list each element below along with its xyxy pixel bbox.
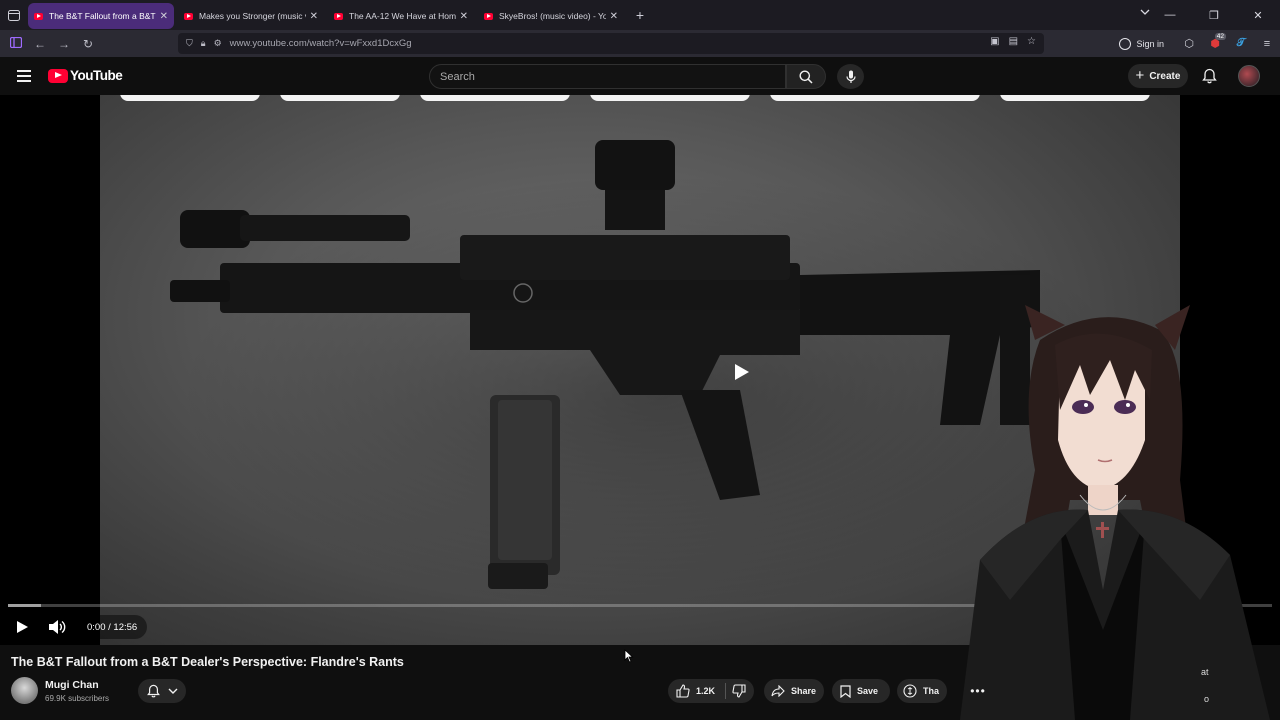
center-play-icon[interactable] (729, 360, 753, 389)
browser-tab-strip: The B&T Fallout from a B&T De ✕ Makes yo… (0, 0, 1280, 30)
account-icon (1119, 37, 1132, 50)
maximize-icon[interactable]: ❐ (1192, 9, 1236, 22)
like-divider (725, 683, 726, 699)
play-icon[interactable] (15, 620, 29, 639)
youtube-favicon-icon (34, 12, 43, 20)
thanks-label: Tha (923, 686, 940, 696)
browser-tab-2[interactable]: Makes you Stronger (music vid ✕ (178, 3, 324, 29)
search-placeholder: Search (440, 71, 475, 83)
channel-avatar[interactable] (11, 677, 38, 704)
lock-icon[interactable]: 🔒︎ (201, 38, 206, 49)
address-bar[interactable]: ⛉ 🔒︎ ⚙ www.youtube.com/watch?v=wFxxd1Dcx… (178, 33, 1044, 54)
browser-toolbar: ← → ↻ ⛉ 🔒︎ ⚙ www.youtube.com/watch?v=wFx… (0, 30, 1280, 57)
buffered-progress (8, 604, 41, 607)
screenshot-icon[interactable]: ▣ (990, 36, 999, 47)
create-label: Create (1149, 70, 1181, 82)
tab-close-icon[interactable]: ✕ (310, 11, 318, 22)
translate-extension-icon[interactable]: 𝒯 (1228, 37, 1254, 50)
player-controls: 0:00 / 12:56 (0, 612, 200, 642)
microphone-icon (845, 70, 856, 83)
account-avatar[interactable] (1238, 65, 1260, 87)
create-button[interactable]: + Create (1128, 64, 1188, 88)
browser-tab-4[interactable]: SkyeBros! (music video) - YouTu ✕ (478, 3, 624, 29)
search-button[interactable] (786, 64, 826, 89)
youtube-favicon-icon (334, 12, 343, 20)
new-tab-button[interactable]: + (628, 7, 652, 23)
subscribed-notification-button[interactable] (138, 679, 186, 703)
bookmark-star-icon[interactable]: ☆ (1027, 36, 1036, 47)
thumbs-up-icon[interactable] (676, 684, 690, 698)
extension-badge: 42 (1214, 33, 1226, 40)
youtube-wordmark: YouTube (70, 68, 123, 83)
channel-name[interactable]: Mugi Chan (45, 679, 99, 691)
browser-tab-3[interactable]: The AA-12 We Have at Home: C ✕ (328, 3, 474, 29)
youtube-favicon-icon (184, 12, 193, 20)
like-dislike-segment: 1.2K (668, 679, 754, 703)
sidebar-fragment-text: at (1201, 667, 1209, 677)
close-icon[interactable]: ✕ (1236, 9, 1280, 22)
tab-list-icon[interactable] (0, 0, 28, 30)
sidebar-toggle-icon[interactable] (4, 36, 28, 51)
vtuber-avatar (960, 305, 1270, 720)
url-text[interactable]: www.youtube.com/watch?v=wFxxd1DcxGg (230, 38, 412, 49)
window-controls: — ❐ ✕ (1148, 0, 1280, 30)
ublock-extension-icon[interactable]: ⬢ 42 (1202, 33, 1228, 50)
permissions-icon[interactable]: ⚙ (214, 38, 222, 49)
back-arrow-icon[interactable]: ← (28, 37, 52, 51)
search-icon (799, 70, 813, 84)
plus-icon: + (1135, 66, 1145, 84)
channel-owner-row: Mugi Chan 69.9K subscribers (11, 676, 611, 706)
subscriber-count: 69.9K subscribers (45, 694, 110, 703)
voice-search-button[interactable] (837, 64, 864, 89)
tab-close-icon[interactable]: ✕ (610, 11, 618, 22)
super-thanks-icon (903, 684, 917, 698)
video-title: The B&T Fallout from a B&T Dealer's Pers… (11, 655, 404, 669)
volume-icon[interactable] (48, 619, 66, 640)
extensions-icon[interactable]: ⬡ (1176, 37, 1202, 50)
share-label: Share (791, 686, 817, 696)
save-button[interactable]: Save (832, 679, 890, 703)
tab-title: SkyeBros! (music video) - YouTu (499, 11, 606, 21)
reader-view-icon[interactable]: ▤ (1009, 36, 1018, 47)
youtube-favicon-icon (484, 12, 493, 20)
more-actions-icon[interactable]: ••• (966, 679, 990, 703)
bell-icon (146, 684, 160, 698)
thanks-button[interactable]: Tha (897, 679, 947, 703)
minimize-icon[interactable]: — (1148, 9, 1192, 21)
sign-in-button[interactable]: Sign in (1119, 37, 1164, 50)
youtube-masthead: YouTube Search + Create (0, 57, 1280, 95)
browser-tab-1[interactable]: The B&T Fallout from a B&T De ✕ (28, 3, 174, 29)
thumbs-down-icon[interactable] (732, 684, 746, 700)
youtube-logo[interactable]: YouTube (48, 68, 123, 83)
notifications-bell-icon[interactable] (1202, 68, 1217, 89)
forward-arrow-icon[interactable]: → (52, 37, 76, 51)
sign-in-label: Sign in (1136, 38, 1164, 49)
menu-icon[interactable]: ≡ (1254, 38, 1280, 50)
share-button[interactable]: Share (764, 679, 824, 703)
youtube-play-logo-icon (48, 68, 68, 83)
tab-title: The AA-12 We Have at Home: C (349, 11, 456, 21)
shield-icon[interactable]: ⛉ (186, 38, 193, 49)
save-label: Save (857, 686, 879, 696)
sidebar-fragment-text: o (1204, 694, 1210, 704)
share-arrow-icon (771, 685, 785, 697)
chevron-down-icon (168, 688, 177, 694)
reload-icon[interactable]: ↻ (76, 37, 100, 51)
tab-title: Makes you Stronger (music vid (199, 11, 306, 21)
guide-menu-icon[interactable] (17, 70, 31, 82)
mouse-cursor-icon (624, 649, 634, 668)
search-input[interactable]: Search (429, 64, 786, 89)
video-actions: 1.2K Share Save Tha ••• (668, 679, 998, 703)
tab-close-icon[interactable]: ✕ (460, 11, 468, 22)
time-display: 0:00 / 12:56 (77, 615, 148, 639)
tab-close-icon[interactable]: ✕ (160, 11, 168, 22)
bookmark-icon (840, 684, 851, 698)
like-count[interactable]: 1.2K (696, 686, 715, 696)
tab-title: The B&T Fallout from a B&T De (49, 11, 156, 21)
